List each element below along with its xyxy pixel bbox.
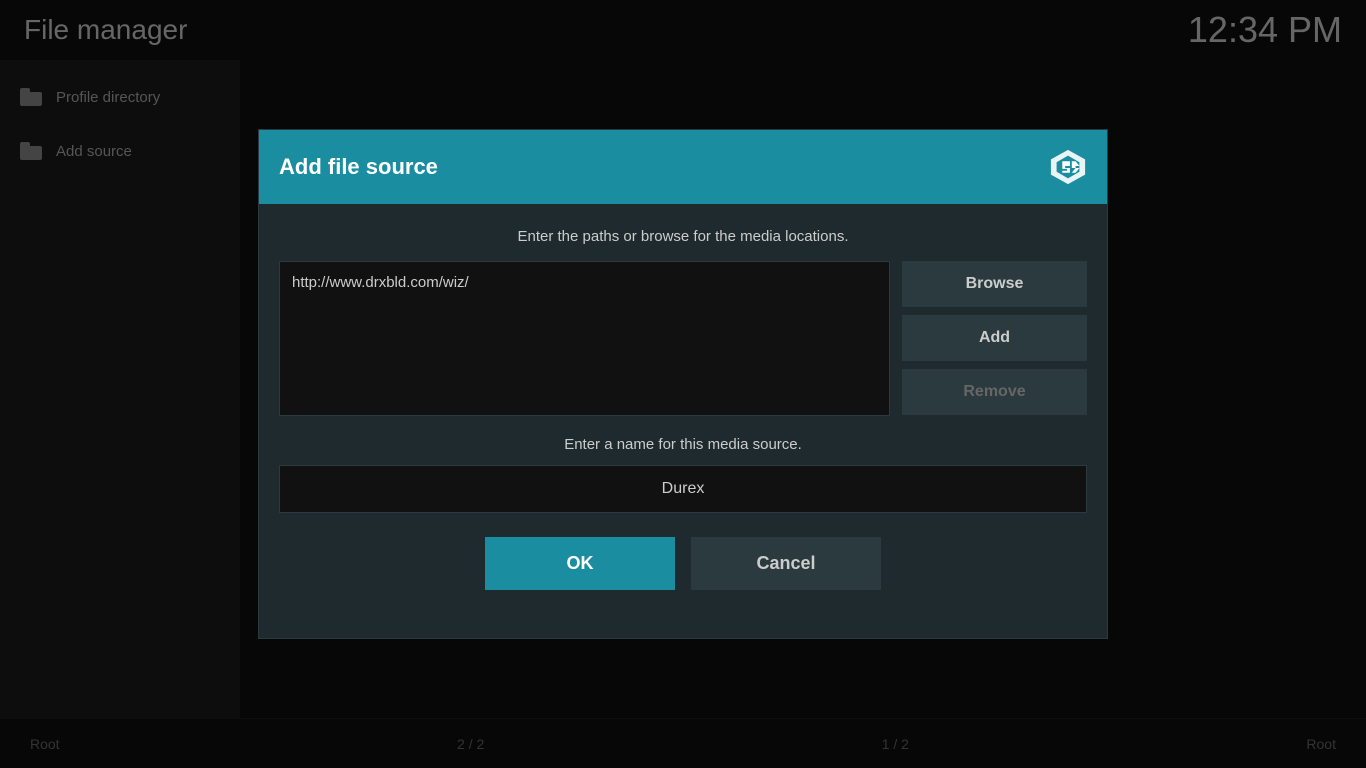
dialog-header: Add file source — [259, 130, 1107, 204]
dialog-footer: OK Cancel — [279, 537, 1087, 614]
path-input-area[interactable]: http://www.drxbld.com/wiz/ — [279, 261, 890, 416]
name-instruction: Enter a name for this media source. — [279, 436, 1087, 453]
dialog-title: Add file source — [279, 154, 438, 180]
dialog-body: Enter the paths or browse for the media … — [259, 204, 1107, 638]
remove-button[interactable]: Remove — [902, 369, 1087, 415]
browse-button[interactable]: Browse — [902, 261, 1087, 307]
media-source-name-input[interactable] — [279, 465, 1087, 513]
cancel-button[interactable]: Cancel — [691, 537, 881, 590]
path-section: http://www.drxbld.com/wiz/ Browse Add Re… — [279, 261, 1087, 416]
ok-button[interactable]: OK — [485, 537, 675, 590]
kodi-logo-icon — [1049, 148, 1087, 186]
add-button[interactable]: Add — [902, 315, 1087, 361]
add-file-source-dialog: Add file source Enter the paths or brows… — [258, 129, 1108, 639]
path-buttons: Browse Add Remove — [902, 261, 1087, 416]
dialog-instruction: Enter the paths or browse for the media … — [279, 228, 1087, 245]
path-value: http://www.drxbld.com/wiz/ — [292, 274, 469, 291]
modal-overlay: Add file source Enter the paths or brows… — [0, 0, 1366, 768]
